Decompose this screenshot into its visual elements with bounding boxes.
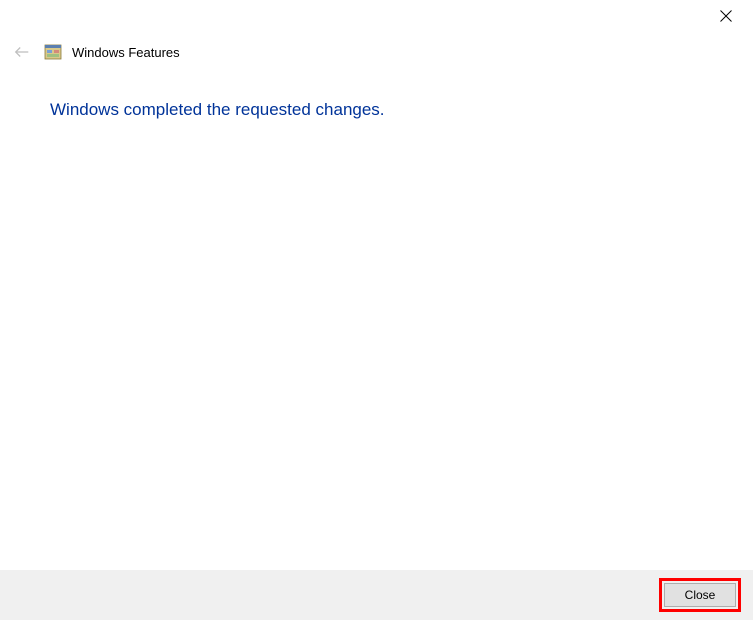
close-button[interactable]: Close — [664, 583, 736, 607]
window-close-button[interactable] — [703, 0, 749, 32]
status-message: Windows completed the requested changes. — [50, 100, 703, 120]
app-icon — [44, 43, 62, 61]
close-icon — [720, 10, 732, 22]
back-button — [10, 40, 34, 64]
window-title: Windows Features — [72, 45, 180, 60]
content-area: Windows completed the requested changes. — [0, 74, 753, 146]
close-button-highlight: Close — [659, 578, 741, 612]
footer: Close — [0, 570, 753, 620]
back-arrow-icon — [13, 43, 31, 61]
header: Windows Features — [0, 32, 753, 74]
titlebar — [0, 0, 753, 32]
